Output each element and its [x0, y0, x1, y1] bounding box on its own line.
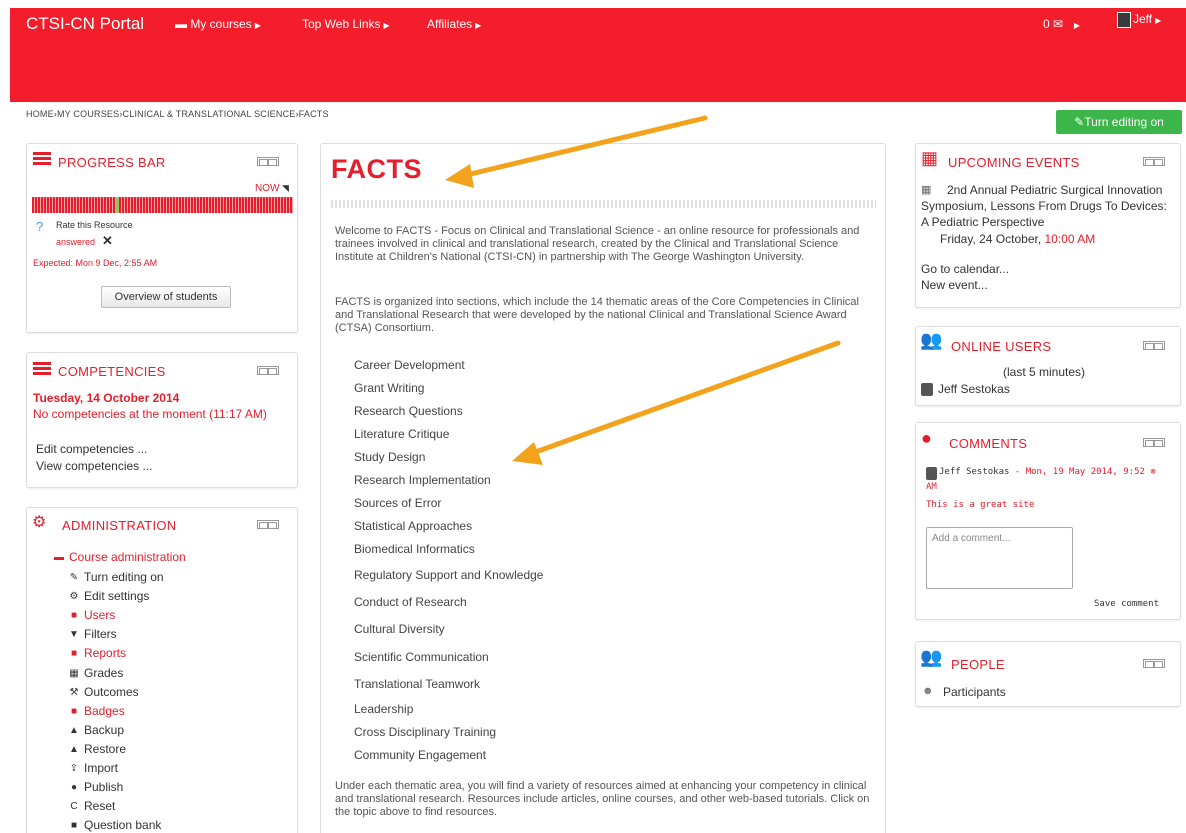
comment-input[interactable]: Add a comment...	[926, 527, 1073, 589]
calendar-icon: ▦	[921, 148, 939, 168]
block-controls-icon[interactable]	[1143, 341, 1165, 350]
comment-text: This is a great site	[926, 500, 1035, 510]
people-icon: 👥	[920, 647, 943, 667]
arrow-to-topics	[512, 340, 841, 465]
block-controls-icon[interactable]	[1143, 438, 1165, 447]
online-users-title: ONLINE USERS	[951, 339, 1052, 354]
comment-author[interactable]: Jeff Sestokas	[939, 467, 1009, 477]
delete-icon[interactable]: ⊗	[1150, 467, 1155, 477]
event-datetime: Friday, 24 October, 10:00 AM	[940, 232, 1095, 246]
block-controls-icon[interactable]	[1143, 659, 1165, 668]
comment-am: AM	[926, 482, 937, 492]
block-controls-icon[interactable]	[1143, 157, 1165, 166]
people-title: PEOPLE	[951, 657, 1005, 672]
online-user-link[interactable]: Jeff Sestokas	[938, 382, 1010, 396]
new-event-link[interactable]: New event...	[921, 278, 988, 292]
go-to-calendar-link[interactable]: Go to calendar...	[921, 262, 1009, 276]
comments-block	[915, 422, 1181, 620]
annotation-arrows	[445, 115, 841, 465]
participants-link[interactable]: Participants	[943, 685, 1006, 699]
save-comment-link[interactable]: Save comment	[1094, 599, 1159, 609]
users-icon: 👥	[920, 330, 943, 350]
avatar	[926, 467, 937, 480]
event-name-link[interactable]: 2nd Annual Pediatric Surgical Innovation…	[921, 182, 1176, 230]
comments-title: COMMENTS	[949, 436, 1028, 451]
comment-date: - Mon, 19 May 2014, 9:52	[1009, 467, 1145, 477]
comment-meta: Jeff Sestokas - Mon, 19 May 2014, 9:52 ⊗	[939, 467, 1156, 477]
event-time: 10:00 AM	[1044, 232, 1096, 246]
upcoming-events-title: UPCOMING EVENTS	[948, 155, 1080, 170]
avatar	[921, 383, 933, 396]
event-date: Friday, 24 October,	[940, 232, 1042, 246]
comment-bubble-icon: ●	[921, 428, 932, 448]
participants-icon: ☻	[922, 685, 934, 697]
arrow-to-title	[445, 115, 708, 188]
online-users-subtitle: (last 5 minutes)	[1003, 365, 1086, 379]
